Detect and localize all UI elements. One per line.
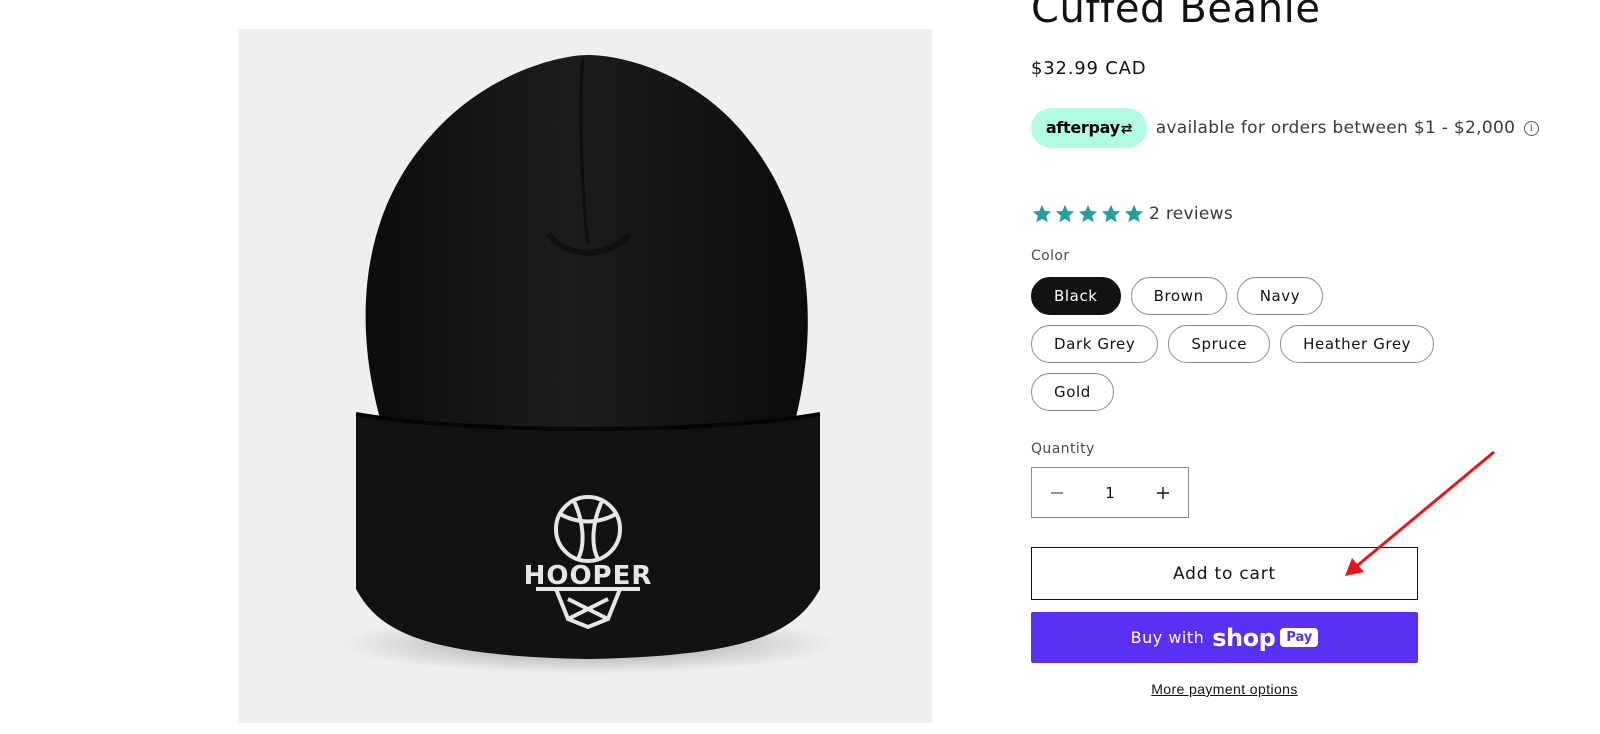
more-payment-options-link[interactable]: More payment options [1031, 681, 1418, 697]
color-options: Black Brown Navy Dark Grey Spruce Heathe… [1031, 277, 1451, 411]
quantity-increase-button[interactable] [1138, 468, 1188, 517]
beanie-illustration: HOOPER [338, 55, 838, 674]
afterpay-text: available for orders between $1 - $2,000 [1155, 118, 1516, 138]
buy-with-label: Buy with [1130, 628, 1205, 647]
star-icon [1055, 204, 1075, 223]
plus-icon [1157, 486, 1169, 499]
quantity-stepper [1031, 467, 1189, 518]
star-icon [1124, 204, 1144, 223]
afterpay-badge[interactable]: afterpay⇄ [1031, 108, 1147, 148]
color-option-spruce[interactable]: Spruce [1168, 325, 1271, 363]
minus-icon [1051, 491, 1063, 494]
product-title: Cuffed Beanie [1031, 0, 1321, 32]
product-price: $32.99 CAD [1031, 58, 1147, 79]
afterpay-badge-label: afterpay [1045, 118, 1120, 137]
color-option-dark-grey[interactable]: Dark Grey [1031, 325, 1159, 363]
color-option-brown[interactable]: Brown [1130, 277, 1227, 315]
star-icon [1078, 204, 1098, 223]
star-icon [1101, 204, 1121, 223]
color-option-heather-grey[interactable]: Heather Grey [1280, 325, 1435, 363]
star-icon [1032, 204, 1052, 223]
color-option-black[interactable]: Black [1031, 277, 1121, 315]
pay-badge: Pay [1280, 628, 1319, 647]
review-count: 2 reviews [1149, 204, 1233, 224]
product-image[interactable]: HOOPER [238, 29, 932, 723]
shop-logo: shop [1212, 623, 1276, 652]
color-option-navy[interactable]: Navy [1236, 277, 1324, 315]
hooper-logo-text: HOOPER [524, 561, 653, 591]
color-option-gold[interactable]: Gold [1031, 373, 1114, 411]
add-to-cart-button[interactable]: Add to cart [1031, 547, 1418, 600]
info-icon[interactable]: i [1523, 120, 1539, 136]
quantity-label: Quantity [1031, 441, 1095, 457]
afterpay-loop-icon: ⇄ [1120, 121, 1133, 137]
quantity-decrease-button[interactable] [1032, 468, 1082, 517]
color-label: Color [1031, 248, 1070, 264]
quantity-input[interactable] [1082, 482, 1138, 503]
buy-with-shop-pay-button[interactable]: Buy with shop Pay [1031, 612, 1418, 663]
review-summary[interactable]: 2 reviews [1031, 202, 1233, 226]
afterpay-message: afterpay⇄ available for orders between $… [1031, 108, 1591, 148]
